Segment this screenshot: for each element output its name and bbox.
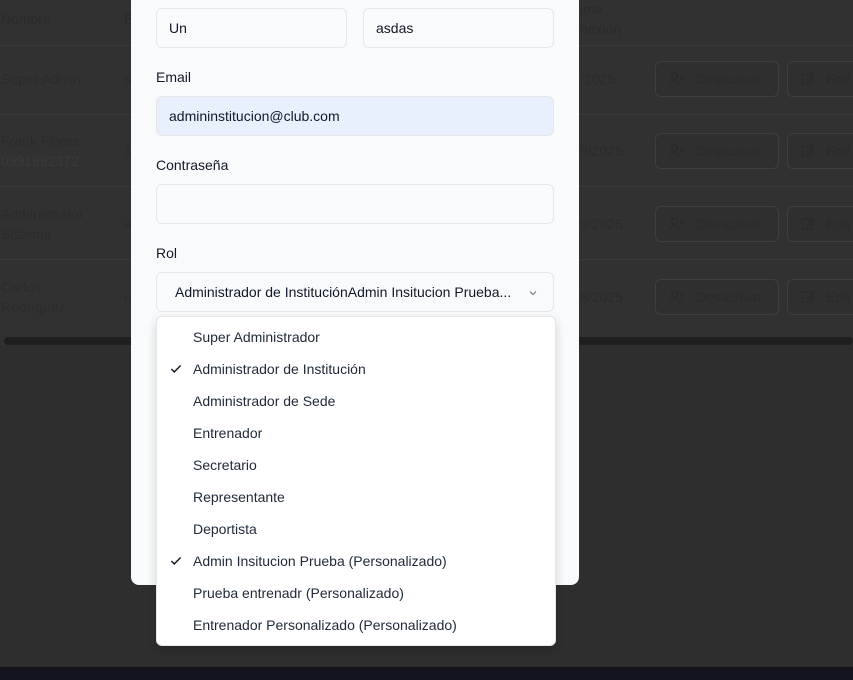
edit-button[interactable]: Edit (787, 133, 853, 169)
row-date: 9/2025 (580, 216, 623, 232)
edit-label: Edit (826, 289, 851, 305)
column-header-last-connection-1: ima (580, 1, 603, 17)
edit-button[interactable]: Edit (787, 206, 853, 242)
row-name: Carlos (1, 279, 42, 295)
check-icon (170, 364, 182, 373)
edit-icon (801, 145, 815, 157)
user-x-icon (668, 144, 685, 158)
deactivate-button[interactable]: Desactivar (655, 206, 779, 242)
edit-icon (801, 73, 815, 85)
row-name: Administrator (1, 206, 84, 222)
role-option-label: Representante (193, 489, 285, 505)
deactivate-label: Desactivar (696, 143, 763, 159)
role-option-label: Administrador de Sede (193, 393, 336, 409)
row-date: 8/2025 (580, 289, 623, 305)
row-date: 9/2025 (580, 143, 623, 159)
edit-icon (801, 291, 815, 303)
deactivate-label: Desactivar (696, 289, 763, 305)
bottom-bar (0, 667, 853, 680)
deactivate-button[interactable]: Desactivar (655, 279, 779, 315)
edit-button[interactable]: Edit (787, 61, 853, 97)
row-email: s (124, 71, 131, 87)
email-field[interactable]: admininstitucion@club.com (156, 96, 554, 136)
role-option-label: Administrador de Institución (193, 361, 366, 377)
row-name-line2: Rodríguez (1, 299, 66, 315)
email-value: admininstitucion@club.com (169, 108, 340, 124)
chevron-down-icon (529, 291, 537, 296)
role-option[interactable]: Entrenador (157, 417, 555, 449)
edit-label: Edit (826, 71, 851, 87)
user-x-icon (668, 72, 685, 86)
first-name-value: Un (169, 20, 187, 36)
column-header-name: Nombre (1, 11, 51, 27)
row-name: Super Admin (1, 71, 82, 87)
role-option[interactable]: Super Administrador (157, 321, 555, 353)
deactivate-label: Desactivar (696, 71, 763, 87)
role-option-label: Admin Insitucion Prueba (Personalizado) (193, 553, 447, 569)
row-date: /2025 (580, 71, 616, 87)
password-field[interactable] (156, 184, 554, 224)
role-option-label: Entrenador (193, 425, 263, 441)
row-name-line2: Sistema (1, 226, 52, 242)
column-header-last-connection-2: nexión (580, 21, 622, 37)
check-icon (170, 556, 182, 565)
role-option-label: Secretario (193, 457, 257, 473)
password-label: Contraseña (156, 157, 229, 173)
row-name: Frank Flores (1, 133, 80, 149)
role-option[interactable]: Secretario (157, 449, 555, 481)
user-x-icon (668, 217, 685, 231)
edit-label: Edit (826, 216, 851, 232)
role-select-value: Administrador de InstituciónAdmin Insitu… (175, 284, 512, 300)
role-select[interactable]: Administrador de InstituciónAdmin Insitu… (156, 272, 554, 312)
edit-button[interactable]: Edit (787, 279, 853, 315)
user-x-icon (668, 290, 685, 304)
role-option-label: Super Administrador (193, 329, 320, 345)
role-option[interactable]: Admin Insitucion Prueba (Personalizado) (157, 545, 555, 577)
first-name-input[interactable]: Un (156, 8, 347, 48)
edit-label: Edit (826, 143, 851, 159)
role-option[interactable]: Representante (157, 481, 555, 513)
role-option-label: Deportista (193, 521, 257, 537)
role-label: Rol (156, 245, 178, 261)
role-dropdown-menu: Super Administrador Administrador de Ins… (156, 316, 556, 646)
role-option[interactable]: Prueba entrenadr (Personalizado) (157, 577, 555, 609)
deactivate-button[interactable]: Desactivar (655, 61, 779, 97)
role-option[interactable]: Entrenador Personalizado (Personalizado) (157, 609, 555, 641)
last-name-input[interactable]: asdas (363, 8, 554, 48)
role-option[interactable]: Administrador de Institución (157, 353, 555, 385)
role-option[interactable]: Deportista (157, 513, 555, 545)
deactivate-label: Desactivar (696, 216, 763, 232)
deactivate-button[interactable]: Desactivar (655, 133, 779, 169)
role-option-label: Entrenador Personalizado (Personalizado) (193, 617, 457, 633)
edit-icon (801, 218, 815, 230)
last-name-value: asdas (376, 20, 414, 36)
role-option-label: Prueba entrenadr (Personalizado) (193, 585, 404, 601)
role-option[interactable]: Administrador de Sede (157, 385, 555, 417)
row-phone: 0991992372 (1, 153, 79, 169)
email-label: Email (156, 69, 192, 85)
